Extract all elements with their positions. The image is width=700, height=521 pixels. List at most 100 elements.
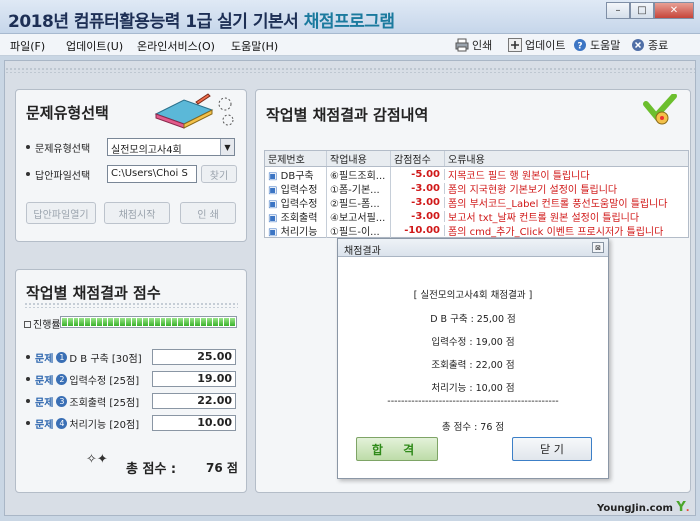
problem-select-title: 문제유형선택 xyxy=(26,104,109,122)
table-row[interactable]: ▣ 입력수정 ②필드-폼... -3.00 폼의 부서코드_Label 컨트롤 … xyxy=(265,194,688,210)
score-prefix: 문제 xyxy=(35,375,54,387)
row-error-cell: 폼의 지국현황 기본보기 설정이 틀립니다 xyxy=(448,184,618,196)
answer-file-input[interactable]: C:\Users\Choi S xyxy=(107,165,197,183)
row-points-cell: -3.00 xyxy=(391,182,445,194)
progress-segment xyxy=(166,318,172,326)
progress-segment xyxy=(195,318,201,326)
menu-bar: 파일(F) 업데이트(U) 온라인서비스(O) 도움말(H) 인쇄 업데이트 ?… xyxy=(0,34,700,56)
column-header[interactable]: 오류내용 xyxy=(445,151,688,166)
progress-segment xyxy=(148,318,154,326)
score-prefix: 문제 xyxy=(35,397,54,409)
menu-update[interactable]: 업데이트(U) xyxy=(66,38,123,54)
print-button[interactable]: 인 쇄 xyxy=(180,202,236,224)
score-panel: 작업별 채점결과 점수 진행률 문제 1 D B 구축 [30점] 25.00 … xyxy=(15,269,247,493)
start-grading-button[interactable]: 채점시작 xyxy=(104,202,170,224)
score-prefix: 문제 xyxy=(35,353,54,365)
progress-segment xyxy=(183,318,189,326)
score-prefix: 문제 xyxy=(35,419,54,431)
progress-segment xyxy=(137,318,143,326)
problem-type-value: 실전모의고사4회 xyxy=(111,145,182,156)
column-header[interactable]: 작업내용 xyxy=(327,151,391,166)
progress-segment xyxy=(172,318,177,326)
bullet-icon xyxy=(26,145,30,149)
progress-segment xyxy=(102,318,108,326)
progress-segment xyxy=(114,318,119,326)
open-answer-file-button[interactable]: 답안파일열기 xyxy=(26,202,96,224)
score-label-process: 처리기능 [20점] xyxy=(69,419,140,431)
dialog-separator: ----------------------------------------… xyxy=(387,396,559,407)
bullet-icon xyxy=(26,421,30,425)
toolbar-update-button[interactable]: 업데이트 xyxy=(508,37,565,53)
bullet-icon xyxy=(26,399,30,403)
toolbar-update-label: 업데이트 xyxy=(525,39,566,52)
window-title-accent: 채점프로그램 xyxy=(303,12,395,32)
dialog-heading: [ 실전모의고사4회 채점결과 ] xyxy=(413,290,533,301)
row-task-cell: ②필드-폼... xyxy=(327,194,391,210)
progress-segment xyxy=(212,318,218,326)
browse-button[interactable]: 찾기 xyxy=(201,165,237,183)
score-label-input: 입력수정 [25점] xyxy=(69,375,140,387)
dialog-close-button[interactable]: 닫 기 xyxy=(512,437,592,461)
document-icon: ▣ xyxy=(268,226,278,238)
row-points-cell: -3.00 xyxy=(391,210,445,222)
progress-segment xyxy=(85,318,90,326)
progress-segment xyxy=(90,318,96,326)
chevron-down-icon[interactable]: ▼ xyxy=(220,139,234,155)
progress-segment xyxy=(62,318,67,326)
menu-help[interactable]: 도움말(H) xyxy=(231,38,278,54)
toolbar-help-button[interactable]: ? 도움말 xyxy=(573,37,620,53)
score-row-3: 문제 3 조회출력 [25점] xyxy=(26,392,139,410)
score-value-db: 25.00 xyxy=(152,349,236,365)
toolbar-help-label: 도움말 xyxy=(590,39,621,52)
column-header[interactable]: 문제번호 xyxy=(265,151,327,166)
window-title-main: 2018년 컴퓨터활용능력 1급 실기 기본서 xyxy=(8,12,299,32)
printer-icon xyxy=(455,38,469,52)
table-row[interactable]: ▣ 조회출력 ④보고서필... -3.00 보고서 txt_날짜 컨트롤 원본 … xyxy=(265,208,688,224)
dialog-titlebar: 채점결과 ⊠ xyxy=(338,239,608,257)
toolbar-exit-button[interactable]: 종료 xyxy=(631,37,668,53)
sparkle-icon: ✧✦ xyxy=(86,452,108,467)
dialog-line-process: 처리기능 : 10,00 점 xyxy=(431,383,515,394)
dotted-divider xyxy=(24,302,238,308)
toolbar-print-label: 인쇄 xyxy=(472,39,493,52)
number-4-icon: 4 xyxy=(56,417,68,429)
progress-segment xyxy=(73,318,79,326)
row-error-cell: 폼의 cmd_추가_Click 이벤트 프로시저가 틀립니다 xyxy=(448,226,664,238)
problem-select-panel: 문제유형선택 문제유형선택 실전모의고사4회 ▼ 답안파일선택 C:\Users… xyxy=(15,89,247,242)
progress-segment xyxy=(224,318,230,326)
deduction-panel-title: 작업별 채점결과 감점내역 xyxy=(266,106,429,124)
minimize-button[interactable]: – xyxy=(606,2,630,19)
notebook-icon xyxy=(150,92,240,133)
row-number-cell: ▣ 입력수정 xyxy=(265,194,327,210)
row-points-cell: -10.00 xyxy=(391,224,445,236)
number-3-icon: 3 xyxy=(56,395,68,407)
answer-file-row: 답안파일선택 C:\Users\Choi S 찾기 xyxy=(26,165,237,183)
dialog-close-icon[interactable]: ⊠ xyxy=(592,242,604,253)
score-label-db: D B 구축 [30점] xyxy=(69,353,142,365)
dialog-title: 채점결과 xyxy=(344,246,381,257)
row-error-cell: 지목코드 필드 행 원본이 틀립니다 xyxy=(448,170,590,182)
table-row[interactable]: ▣ 입력수정 ①폼-기본... -3.00 폼의 지국현황 기본보기 설정이 틀… xyxy=(265,180,688,196)
problem-type-select[interactable]: 실전모의고사4회 ▼ xyxy=(107,138,235,156)
progress-segment xyxy=(201,318,206,326)
table-row[interactable]: ▣ DB구축 ⑥필드조회... -5.00 지목코드 필드 행 원본이 틀립니다 xyxy=(265,166,688,182)
progress-segment xyxy=(154,318,160,326)
dialog-line-db: D B 구축 : 25,00 점 xyxy=(430,314,516,325)
bullet-icon xyxy=(26,355,30,359)
row-points-cell: -5.00 xyxy=(391,168,445,180)
close-button[interactable]: ✕ xyxy=(654,2,694,19)
score-panel-title: 작업별 채점결과 점수 xyxy=(26,284,161,302)
menu-online-service[interactable]: 온라인서비스(O) xyxy=(137,38,215,54)
score-row-1: 문제 1 D B 구축 [30점] xyxy=(26,348,142,366)
row-number-cell: ▣ 처리기능 xyxy=(265,222,327,238)
maximize-button[interactable]: □ xyxy=(630,2,654,19)
toolbar-print-button[interactable]: 인쇄 xyxy=(455,37,492,53)
table-row[interactable]: ▣ 처리기능 ①필드-이... -10.00 폼의 cmd_추가_Click 이… xyxy=(265,222,688,238)
progress-segment xyxy=(160,318,166,326)
menu-file[interactable]: 파일(F) xyxy=(10,38,45,54)
result-dialog: 채점결과 ⊠ [ 실전모의고사4회 채점결과 ] D B 구축 : 25,00 … xyxy=(337,238,609,479)
problem-type-label: 문제유형선택 xyxy=(35,143,91,155)
help-icon: ? xyxy=(573,38,587,52)
column-header[interactable]: 감점점수 xyxy=(391,151,445,166)
row-task-cell: ④보고서필... xyxy=(327,208,391,224)
